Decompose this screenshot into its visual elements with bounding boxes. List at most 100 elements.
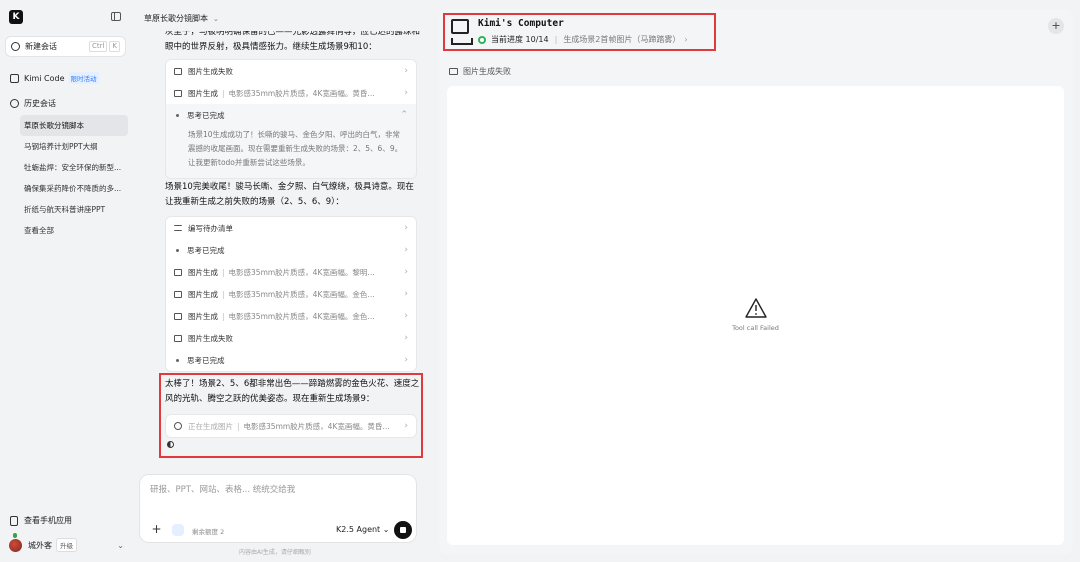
tool-step-row[interactable]: 图片生成 | 电影感35mm胶片质感，4K宽画幅。黎明时分的... ›	[166, 261, 416, 283]
chevron-right-icon: ›	[404, 311, 408, 321]
history-item[interactable]: 折纸与航天科普讲座PPT	[20, 199, 128, 220]
view-all-history-link[interactable]: 查看全部	[20, 220, 128, 241]
bullet-icon	[176, 113, 179, 117]
step-desc: 电影感35mm胶片质感，4K宽画幅。黎明时分的...	[228, 267, 379, 277]
bullet-icon	[176, 358, 179, 362]
chevron-down-icon: ⌄	[213, 14, 219, 23]
code-icon	[10, 73, 19, 83]
highlight-box	[159, 373, 423, 458]
clock-icon	[10, 99, 19, 108]
new-chat-label: 新建会话	[25, 42, 57, 51]
limited-offer-badge: 限时活动	[68, 72, 99, 84]
assistant-message-text: 灰尘子，马被明明确保留的已——光影透露舞俏等，应匕达的露珠和眼中的世界反射，极具…	[165, 31, 420, 52]
tool-step-row[interactable]: 思考已完成 ›	[166, 239, 416, 261]
tool-step-row[interactable]: 图片生成失败 ›	[166, 327, 416, 349]
image-icon	[449, 68, 458, 75]
stop-button[interactable]	[394, 521, 412, 539]
step-label: 编写待办清单	[188, 223, 233, 233]
chevron-right-icon: ›	[404, 245, 408, 255]
model-selector[interactable]: K2.5 Agent ⌄	[336, 525, 389, 534]
step-desc: 电影感35mm胶片质感，4K宽画幅。金色光线中...	[228, 289, 379, 299]
chevron-right-icon: ›	[404, 333, 408, 343]
kimi-code-label: Kimi Code	[24, 73, 65, 83]
tool-step-row[interactable]: 图片生成 | 电影感35mm胶片质感，4K宽画幅。黄昏时分的... ›	[166, 82, 416, 104]
image-icon	[174, 312, 182, 320]
mobile-app-link[interactable]: 查看手机应用	[10, 515, 72, 526]
step-desc: 电影感35mm胶片质感，4K宽画幅。黄昏时分的...	[228, 88, 379, 98]
panel-label: 图片生成失败	[449, 66, 511, 77]
upgrade-button[interactable]: 升级	[56, 538, 77, 552]
warning-icon	[745, 298, 767, 318]
image-icon	[174, 89, 182, 97]
remaining-quota: 剩余额度 2	[192, 528, 225, 536]
error-message: Tool call Failed	[732, 324, 779, 332]
history-list: 草原长歌分镜脚本 马钢培养计划PPT大纲 牡蛎盐焊：安全环保的新型... 确保集…	[20, 115, 128, 241]
step-label: 图片生成失败	[188, 66, 233, 76]
chevron-right-icon: ›	[404, 223, 408, 233]
sidebar-item-kimi-code[interactable]: Kimi Code 限时活动	[10, 72, 99, 84]
tool-step-row[interactable]: 图片生成 | 电影感35mm胶片质感，4K宽画幅。金色黄昏的... ›	[166, 305, 416, 327]
history-item[interactable]: 确保集采药降价不降质的多...	[20, 178, 128, 199]
add-attachment-button[interactable]: +	[150, 523, 163, 536]
step-label: 思考已完成	[187, 245, 225, 255]
tool-step-row[interactable]: 思考已完成 ›	[166, 349, 416, 371]
kimi-logo[interactable]: K	[9, 10, 23, 24]
image-icon	[174, 290, 182, 298]
step-label: 图片生成	[188, 311, 218, 321]
chat-area: 草原长歌分镜脚本 ⌄ 灰尘子，马被明明确保留的已——光影透露舞俏等，应匕达的露珠…	[134, 0, 430, 562]
composer: 研报、PPT、网站、表格... 统统交给我 + 剩余额度 2 K2.5 Agen…	[139, 474, 417, 543]
history-item[interactable]: 牡蛎盐焊：安全环保的新型...	[20, 157, 128, 178]
checklist-icon	[174, 225, 182, 231]
step-label: 图片生成	[188, 88, 218, 98]
chevron-right-icon: ›	[404, 88, 408, 98]
tool-step-row[interactable]: 图片生成失败 ›	[166, 60, 416, 82]
image-icon	[174, 334, 182, 342]
result-canvas: Tool call Failed	[447, 86, 1064, 545]
computer-panel: Kimi's Computer 当前进度 10/14 | 生成场景2首帧图片（马…	[439, 9, 1073, 554]
chevron-right-icon: ›	[404, 289, 408, 299]
step-label: 图片生成	[188, 267, 218, 277]
sidebar-collapse-icon[interactable]	[111, 12, 121, 21]
chat-title-text: 草原长歌分镜脚本	[144, 14, 208, 23]
ai-disclaimer: 内容由AI生成，请仔细甄别	[239, 549, 311, 556]
avatar	[9, 532, 22, 552]
chevron-right-icon: ›	[404, 355, 408, 365]
user-name: 城外客	[28, 540, 52, 550]
thought-row[interactable]: 思考已完成 ⌃	[166, 104, 416, 126]
chevron-right-icon: ›	[404, 267, 408, 277]
highlight-box	[443, 13, 716, 51]
loading-spinner-icon	[167, 441, 174, 448]
new-chat-icon	[11, 42, 20, 51]
image-icon	[174, 67, 182, 75]
step-label: 图片生成失败	[188, 333, 233, 343]
chat-input[interactable]: 研报、PPT、网站、表格... 统统交给我	[150, 483, 295, 495]
chevron-down-icon[interactable]: ⌄	[117, 541, 124, 550]
thought-label: 思考已完成	[187, 110, 225, 120]
history-item[interactable]: 马钢培养计划PPT大纲	[20, 136, 128, 157]
expand-button[interactable]: +	[1048, 18, 1064, 34]
image-icon	[174, 268, 182, 276]
shortcut-key-ctrl: Ctrl	[88, 41, 108, 52]
chevron-right-icon: ›	[404, 66, 408, 76]
tool-steps-card: 编写待办清单 › 思考已完成 › 图片生成 | 电影感35mm胶片质感，4K宽画…	[165, 216, 417, 372]
shortcut-key-k: K	[109, 41, 120, 52]
tool-step-row[interactable]: 图片生成 | 电影感35mm胶片质感，4K宽画幅。金色光线中... ›	[166, 283, 416, 305]
deep-think-toggle[interactable]	[172, 524, 184, 536]
user-menu[interactable]: 城外客 升级 ⌄	[9, 532, 124, 552]
history-label: 历史会话	[24, 99, 56, 108]
panel-label-text: 图片生成失败	[463, 67, 511, 76]
chat-title[interactable]: 草原长歌分镜脚本 ⌄	[144, 13, 219, 24]
step-desc: 电影感35mm胶片质感，4K宽画幅。金色黄昏的...	[228, 311, 379, 321]
history-item[interactable]: 草原长歌分镜脚本	[20, 115, 128, 136]
sidebar: K 新建会话 Ctrl K Kimi Code 限时活动 历史会话 草原长歌分镜…	[0, 0, 134, 562]
thought-content: 场景10生成成功了！长嘶的骏马、金色夕阳、呼出的白气，非常震撼的收尾画面。现在需…	[166, 126, 416, 178]
sidebar-item-history[interactable]: 历史会话	[10, 98, 56, 109]
phone-icon	[10, 515, 18, 526]
new-chat-button[interactable]: 新建会话 Ctrl K	[5, 36, 126, 57]
step-label: 图片生成	[188, 289, 218, 299]
chevron-up-icon: ⌃	[400, 110, 408, 120]
tool-steps-card: 图片生成失败 › 图片生成 | 电影感35mm胶片质感，4K宽画幅。黄昏时分的.…	[165, 59, 417, 179]
step-label: 思考已完成	[187, 355, 225, 365]
mobile-app-label: 查看手机应用	[24, 516, 72, 525]
tool-step-row[interactable]: 编写待办清单 ›	[166, 217, 416, 239]
